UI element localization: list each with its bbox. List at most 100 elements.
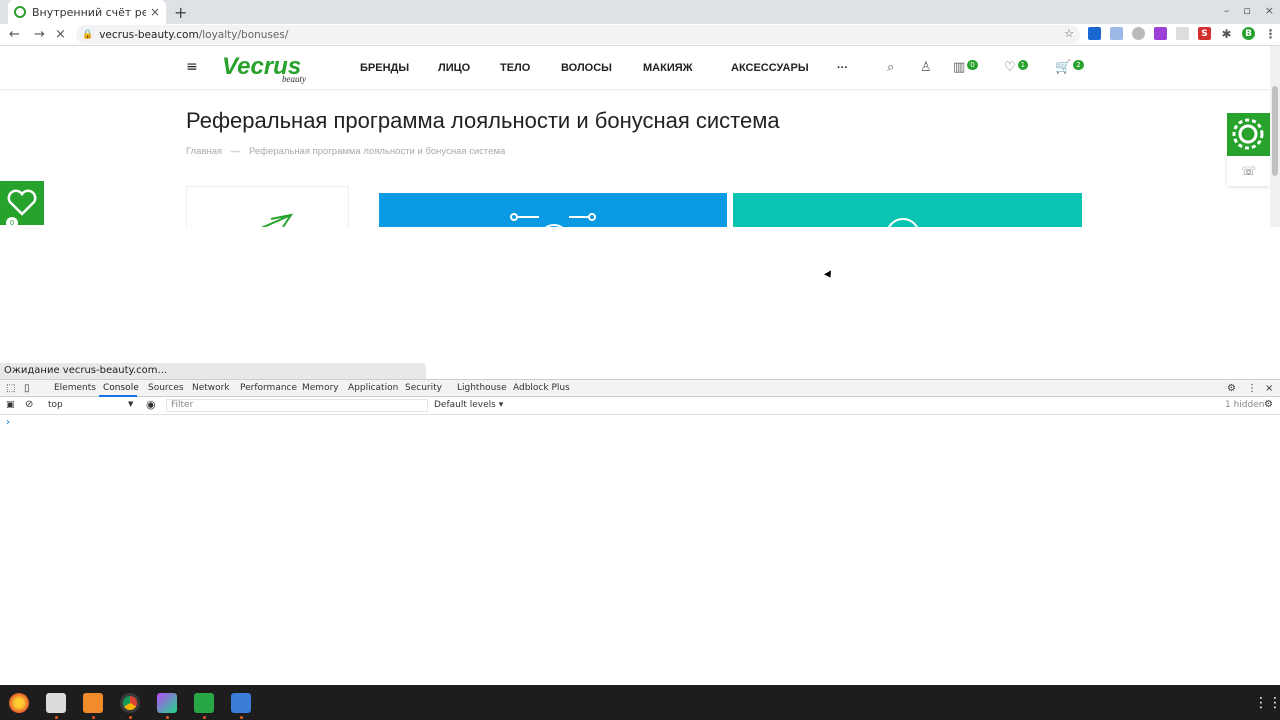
floating-favorites-button[interactable]: 0	[0, 181, 44, 227]
tab-close-icon[interactable]: ×	[150, 5, 160, 19]
tab-security[interactable]: Security	[405, 383, 442, 393]
running-indicator	[166, 716, 169, 719]
tab-title: Внутренний счёт рефер	[32, 5, 146, 19]
nav-body[interactable]: ТЕЛО	[500, 62, 530, 74]
search-icon[interactable]: ⌕	[887, 60, 894, 75]
forward-icon[interactable]: →	[34, 27, 45, 42]
floating-favorites-count: 0	[6, 217, 18, 227]
app-grid-icon[interactable]: ⋮⋮⋮	[1254, 695, 1280, 711]
tab-performance[interactable]: Performance	[240, 383, 297, 393]
nav-brands[interactable]: БРЕНДЫ	[360, 62, 409, 74]
minimize-icon[interactable]: –	[1224, 4, 1230, 17]
tab-network[interactable]: Network	[192, 383, 230, 393]
puzzle-extensions-icon[interactable]: ✱	[1220, 27, 1233, 41]
nav-accessories[interactable]: АКСЕССУАРЫ	[731, 62, 809, 74]
wave-extension-icon[interactable]	[1110, 27, 1123, 40]
device-toolbar-icon[interactable]: ▯	[24, 383, 30, 394]
close-window-icon[interactable]: ×	[1265, 4, 1274, 17]
new-tab-button[interactable]: +	[174, 3, 187, 22]
svg-text:beauty: beauty	[282, 74, 306, 84]
clear-console-icon[interactable]: ⊘	[25, 399, 33, 410]
running-indicator	[240, 716, 243, 719]
devtools-panel: ⬚ ▯ Elements Console Sources Network Per…	[0, 379, 1280, 685]
phpstorm-icon[interactable]	[157, 693, 177, 713]
settings-widget-button[interactable]	[1227, 113, 1270, 156]
breadcrumb-home[interactable]: Главная	[186, 146, 222, 157]
gear-icon	[1232, 118, 1264, 150]
log-levels-select[interactable]: Default levels ▾	[434, 400, 503, 410]
compare-icon[interactable]: ▥ 0	[953, 60, 978, 75]
cart-count-badge: 2	[1073, 60, 1084, 70]
nav-face[interactable]: ЛИЦО	[438, 62, 470, 74]
scrollbar-thumb[interactable]	[1272, 86, 1278, 176]
sublime-icon[interactable]	[83, 693, 103, 713]
site-logo[interactable]: Vecrus beauty	[222, 52, 314, 84]
tab-elements[interactable]: Elements	[54, 383, 96, 393]
console-settings-icon[interactable]: ⚙	[1264, 399, 1273, 410]
dollar-coin-icon	[888, 218, 918, 227]
tab-sources[interactable]: Sources	[148, 383, 184, 393]
leaf-arrow-icon	[261, 213, 294, 227]
address-bar[interactable]: 🔒 vecrus-beauty.com/loyalty/bonuses/ ☆	[76, 25, 1080, 44]
extensions-bar: S ✱ В ⋮	[1088, 27, 1277, 41]
nav-hair[interactable]: ВОЛОСЫ	[561, 62, 612, 74]
flag-extension-icon[interactable]	[1088, 27, 1101, 40]
s-extension-icon[interactable]: S	[1198, 27, 1211, 40]
callback-button[interactable]: ☏	[1227, 156, 1270, 186]
sidebar-toggle-icon[interactable]: ▣	[6, 400, 15, 410]
bonus-card-teal[interactable]	[733, 193, 1082, 227]
console-filter-input[interactable]: Filter	[166, 399, 428, 412]
favorites-count-badge: 1	[1017, 60, 1029, 70]
files-icon[interactable]	[46, 693, 66, 713]
devtools-close-icon[interactable]: ×	[1265, 383, 1273, 394]
hamburger-menu-icon[interactable]: ≡	[186, 59, 198, 75]
app-icon[interactable]	[231, 693, 251, 713]
chrome-icon[interactable]	[120, 693, 140, 713]
spreadsheet-icon[interactable]	[194, 693, 214, 713]
page-scrollbar[interactable]	[1270, 46, 1280, 227]
running-indicator	[55, 716, 58, 719]
vecrus-logo-icon: Vecrus beauty	[222, 53, 306, 84]
cart-icon[interactable]: 🛒 2	[1055, 60, 1084, 75]
globe-extension-icon[interactable]	[1132, 27, 1145, 40]
nav-makeup[interactable]: МАКИЯЖ	[643, 62, 693, 74]
tab-memory[interactable]: Memory	[302, 383, 339, 393]
window-controls: – ▫ ×	[1224, 4, 1274, 17]
maximize-icon[interactable]: ▫	[1243, 4, 1250, 17]
tab-application[interactable]: Application	[348, 383, 398, 393]
bookmark-star-icon[interactable]: ☆	[1064, 27, 1074, 40]
tab-adblock-plus[interactable]: Adblock Plus	[513, 383, 570, 393]
breadcrumb: Главная — Реферальная программа лояльнос…	[186, 146, 505, 157]
running-indicator	[203, 716, 206, 719]
back-icon[interactable]: ←	[9, 27, 20, 42]
page-loading-area	[0, 227, 1280, 379]
chrome-menu-icon[interactable]: ⋮	[1264, 27, 1277, 41]
favorites-icon[interactable]: ♡ 1	[1004, 60, 1029, 75]
bonus-card-blue[interactable]	[379, 193, 727, 227]
nav-more[interactable]: ···	[837, 62, 848, 74]
inspect-element-icon[interactable]: ⬚	[6, 383, 15, 394]
devtools-settings-icon[interactable]: ⚙	[1227, 383, 1236, 394]
coin-network-icon	[510, 213, 596, 227]
breadcrumb-current: Реферальная программа лояльности и бонус…	[248, 146, 506, 157]
url-path: /loyalty/bonuses/	[198, 28, 289, 41]
console-prompt[interactable]: ›	[6, 417, 10, 428]
firefox-icon[interactable]	[9, 693, 29, 713]
context-dropdown-icon[interactable]: ▼	[128, 400, 133, 408]
reload-icon[interactable]: ×	[55, 27, 66, 42]
loading-status-bar: Ожидание vecrus-beauty.com...	[0, 363, 426, 379]
breadcrumb-separator: —	[230, 146, 241, 157]
bonus-card-intro[interactable]	[186, 186, 349, 227]
hidden-messages-count: 1 hidden	[1225, 400, 1265, 410]
tab-console[interactable]: Console	[103, 383, 139, 393]
site-favicon-icon	[14, 6, 26, 18]
live-expression-eye-icon[interactable]: ◉	[146, 398, 156, 411]
pen-extension-icon[interactable]	[1154, 27, 1167, 40]
user-icon[interactable]: ♙	[920, 60, 932, 75]
context-select[interactable]: top	[48, 400, 63, 410]
profile-avatar[interactable]: В	[1242, 27, 1255, 40]
devtools-menu-icon[interactable]: ⋮	[1247, 383, 1257, 394]
browser-tab[interactable]: Внутренний счёт рефер ×	[8, 0, 166, 24]
tab-lighthouse[interactable]: Lighthouse	[457, 383, 507, 393]
stack-extension-icon[interactable]	[1176, 27, 1189, 40]
